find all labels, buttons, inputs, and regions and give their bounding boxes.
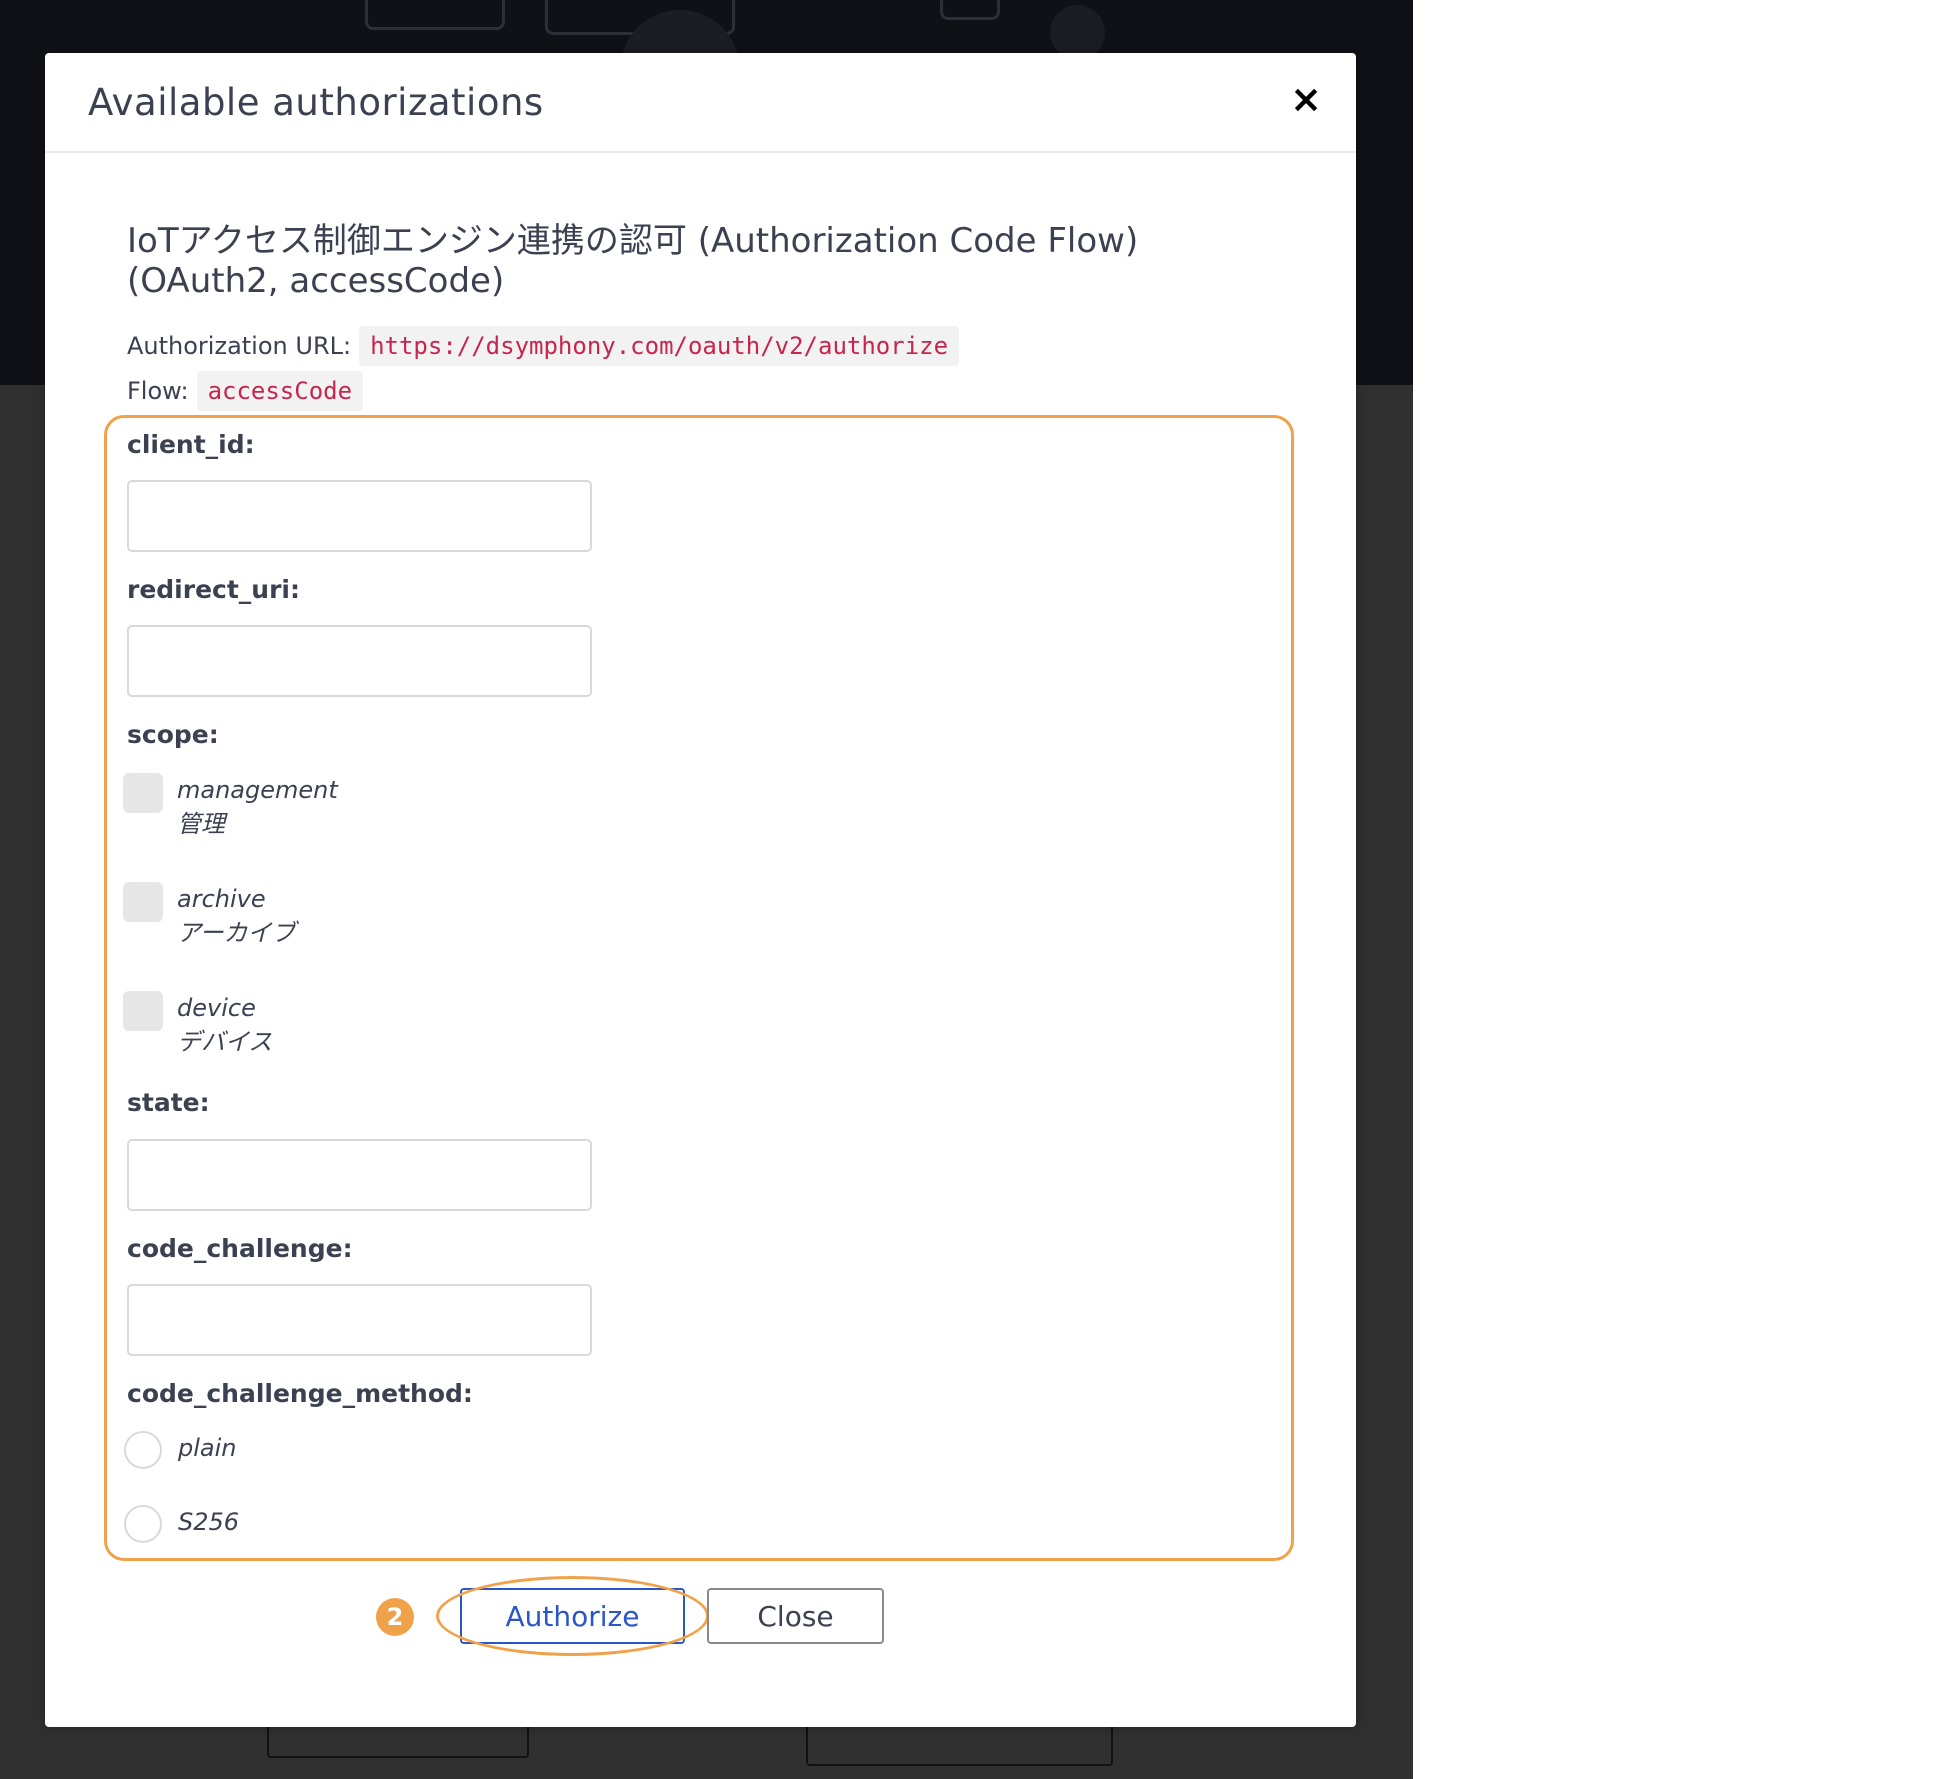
- scope-description: アーカイブ: [177, 919, 296, 947]
- scope-description: 管理: [177, 810, 225, 838]
- scope-option-archive[interactable]: archive アーカイブ: [123, 882, 523, 962]
- close-icon[interactable]: ×: [1286, 79, 1326, 119]
- modal-title: Available authorizations: [88, 81, 544, 124]
- radio-button[interactable]: [124, 1431, 162, 1469]
- scheme-title: IoTアクセス制御エンジン連携の認可 (Authorization Code F…: [127, 221, 1139, 301]
- code-challenge-label: code_challenge:: [127, 1234, 353, 1263]
- scope-label: scope:: [127, 720, 219, 749]
- flow-label: Flow:: [127, 377, 189, 405]
- bg-decoration: [365, 0, 505, 30]
- code-challenge-input[interactable]: [127, 1284, 592, 1356]
- scope-option-device[interactable]: device デバイス: [123, 991, 523, 1071]
- flow-value: accessCode: [196, 371, 364, 411]
- authorization-url-row: Authorization URL: https://dsymphony.com…: [127, 326, 960, 366]
- authorize-button[interactable]: Authorize: [460, 1588, 685, 1644]
- authorization-url-label: Authorization URL:: [127, 332, 352, 360]
- scope-name: management: [177, 776, 338, 804]
- radio-option-s256[interactable]: S256: [124, 1505, 424, 1547]
- scope-description: デバイス: [177, 1028, 273, 1056]
- radio-option-plain[interactable]: plain: [124, 1431, 424, 1473]
- client-id-input[interactable]: [127, 480, 592, 552]
- step-badge: 2: [376, 1598, 414, 1636]
- scope-name: archive: [177, 885, 266, 913]
- redirect-uri-label: redirect_uri:: [127, 575, 300, 604]
- code-challenge-method-label: code_challenge_method:: [127, 1379, 473, 1408]
- redirect-uri-input[interactable]: [127, 625, 592, 697]
- radio-label: plain: [178, 1434, 237, 1462]
- car-icon: [1050, 5, 1105, 60]
- scope-option-management[interactable]: management 管理: [123, 773, 523, 853]
- radio-button[interactable]: [124, 1505, 162, 1543]
- radio-label: S256: [178, 1508, 240, 1536]
- monitor-icon: [940, 0, 1000, 20]
- authorization-url-value: https://dsymphony.com/oauth/v2/authorize: [359, 326, 960, 366]
- checkbox[interactable]: [123, 773, 163, 813]
- state-input[interactable]: [127, 1139, 592, 1211]
- scope-name: device: [177, 994, 256, 1022]
- close-button[interactable]: Close: [707, 1588, 884, 1644]
- authorizations-modal: Available authorizations × IoTアクセス制御エンジン…: [45, 53, 1356, 1727]
- modal-header: Available authorizations ×: [45, 53, 1356, 153]
- checkbox[interactable]: [123, 991, 163, 1031]
- flow-row: Flow: accessCode: [127, 371, 364, 411]
- checkbox[interactable]: [123, 882, 163, 922]
- client-id-label: client_id:: [127, 430, 255, 459]
- state-label: state:: [127, 1088, 210, 1117]
